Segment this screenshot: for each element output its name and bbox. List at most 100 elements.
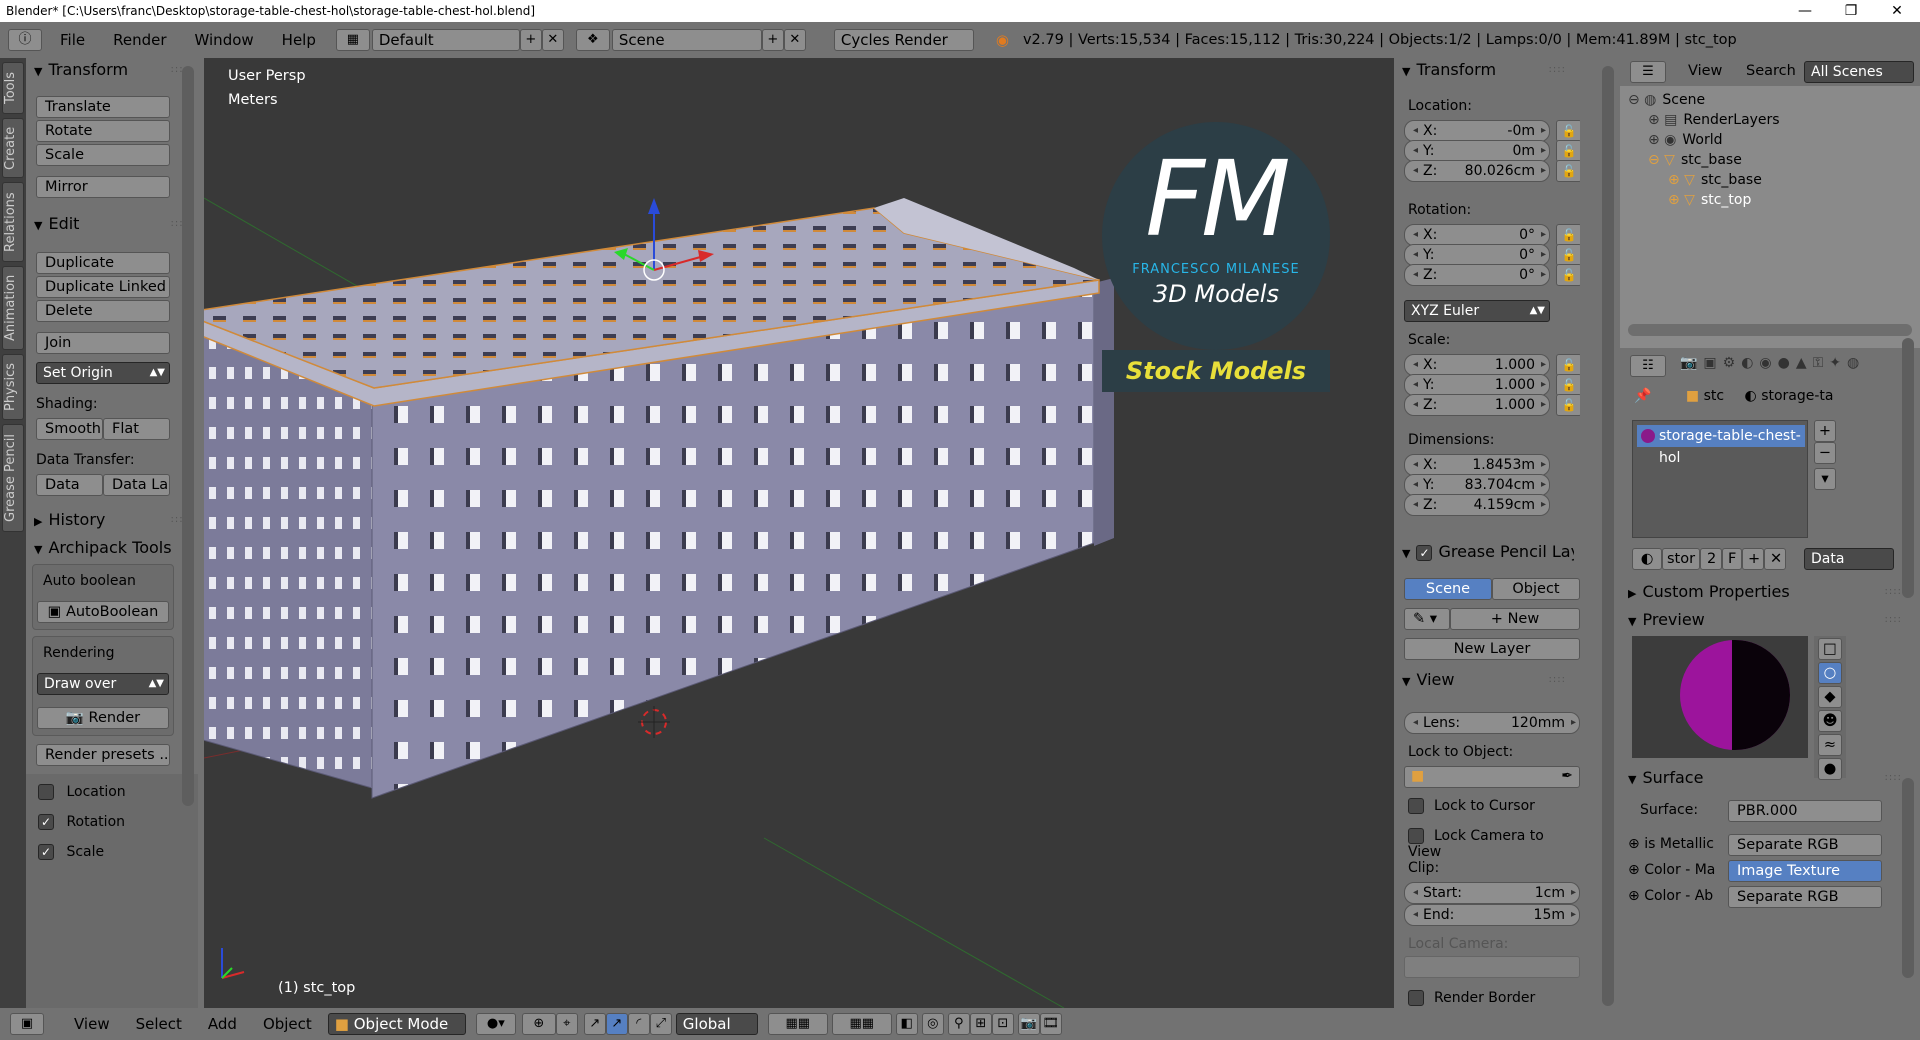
gp-pencil-icon[interactable]: ✎ ▾: [1404, 608, 1450, 630]
tab-grease-pencil[interactable]: Grease Pencil: [2, 424, 24, 532]
render-button[interactable]: 📷 Render: [37, 707, 169, 729]
properties-editor-icon[interactable]: ☷: [1630, 355, 1666, 377]
orientation-dropdown[interactable]: Global: [675, 1013, 758, 1035]
location-x-lock-icon[interactable]: 🔓: [1556, 120, 1582, 142]
info-editor-icon[interactable]: ⓘ: [8, 29, 42, 51]
surface-input-link[interactable]: Separate RGB: [1728, 886, 1882, 908]
rotate-button[interactable]: Rotate: [36, 120, 170, 142]
smooth-button[interactable]: Smooth: [36, 418, 103, 440]
add-slot-button[interactable]: +: [1814, 420, 1836, 442]
scale-manipulator-icon[interactable]: ⤢: [649, 1013, 672, 1035]
fake-user-button[interactable]: F: [1722, 548, 1742, 570]
preview-flat-icon[interactable]: □: [1818, 638, 1842, 660]
close-button[interactable]: ✕: [1874, 0, 1920, 22]
add-scene-icon[interactable]: +: [761, 29, 784, 51]
object-menu[interactable]: Object: [263, 1015, 312, 1033]
properties-context-icons[interactable]: 📷▣⚙◐◉●▲⚿✦◍: [1680, 355, 1865, 371]
preview-header[interactable]: ▼ Preview::::: [1620, 608, 1910, 632]
lock-camera-checkbox[interactable]: Lock Camera to View: [1408, 828, 1580, 860]
snap-target-icon[interactable]: ⊡: [991, 1013, 1014, 1035]
draw-over-dropdown[interactable]: Draw over ▲▼: [37, 673, 169, 695]
lock-layers-icon[interactable]: ◧: [895, 1013, 918, 1035]
slot-specials-button[interactable]: ▾: [1814, 468, 1836, 490]
outliner-editor-icon[interactable]: ☰: [1630, 61, 1666, 83]
dimension-y-field[interactable]: ◂ Y: 83.704cm ▸: [1404, 474, 1550, 496]
viewport-shading-icon[interactable]: ●▾: [475, 1013, 516, 1035]
outliner-item[interactable]: ⊕ ▤ RenderLayers: [1648, 112, 1780, 128]
duplicate-button[interactable]: Duplicate: [36, 252, 170, 274]
rotation-x-field[interactable]: ◂ X: 0° ▸: [1404, 224, 1550, 246]
tab-animation[interactable]: Animation: [2, 266, 24, 350]
surface-shader-field[interactable]: PBR.000: [1728, 800, 1882, 822]
archipack-panel-header[interactable]: ▼ Archipack Tools: [26, 536, 196, 560]
proportional-edit-icon[interactable]: ◎: [921, 1013, 944, 1035]
tab-tools[interactable]: Tools: [2, 62, 24, 114]
scale-z-lock-icon[interactable]: 🔓: [1556, 394, 1582, 416]
rotation-y-lock-icon[interactable]: 🔓: [1556, 244, 1582, 266]
unlink-material-icon[interactable]: ✕: [1764, 548, 1786, 570]
pivot-center-icon[interactable]: ⌖: [555, 1013, 578, 1035]
n-view-header[interactable]: ▼ View::::: [1394, 668, 1574, 692]
outliner-item[interactable]: ⊖ ◍ Scene: [1628, 92, 1705, 108]
preview-hair-icon[interactable]: ≈: [1818, 734, 1842, 756]
layout-selector[interactable]: Default: [371, 29, 520, 51]
menu-file[interactable]: File: [60, 31, 85, 49]
lens-field[interactable]: ◂ Lens: 120mm ▸: [1404, 712, 1580, 734]
browse-material-icon[interactable]: ◐: [1632, 548, 1662, 570]
material-users-count[interactable]: 2: [1700, 548, 1722, 570]
manipulator-toggle-icon[interactable]: ↗: [583, 1013, 606, 1035]
rotation-mode-dropdown[interactable]: XYZ Euler ▲▼: [1404, 300, 1550, 322]
translate-manipulator-icon[interactable]: ↗: [605, 1013, 628, 1035]
layers-grid-2[interactable]: ▦▦: [831, 1013, 892, 1035]
add-layout-icon[interactable]: +: [519, 29, 542, 51]
preview-cube-icon[interactable]: ◆: [1818, 686, 1842, 708]
menu-window[interactable]: Window: [195, 31, 254, 49]
auto-boolean-button[interactable]: ▣ AutoBoolean: [37, 601, 169, 623]
gp-new-button[interactable]: + New: [1450, 608, 1580, 630]
menu-help[interactable]: Help: [282, 31, 316, 49]
view-menu[interactable]: View: [74, 1015, 110, 1033]
add-menu[interactable]: Add: [208, 1015, 237, 1033]
expand-icon[interactable]: ⊕: [1628, 888, 1644, 904]
scene-selector[interactable]: Scene: [611, 29, 762, 51]
eyedropper-icon[interactable]: ✒: [1561, 768, 1573, 784]
duplicate-linked-button[interactable]: Duplicate Linked: [36, 276, 170, 298]
scale-x-lock-icon[interactable]: 🔓: [1556, 354, 1582, 376]
history-panel-header[interactable]: ▶ History::::: [26, 508, 196, 532]
scale-y-field[interactable]: ◂ Y: 1.000 ▸: [1404, 374, 1550, 396]
render-engine-dropdown[interactable]: Cycles Render: [833, 29, 974, 51]
outliner-item[interactable]: ⊕ ◉ World: [1648, 132, 1723, 148]
material-link-dropdown[interactable]: Data: [1804, 548, 1894, 570]
edit-panel-header[interactable]: ▼ Edit::::: [26, 212, 196, 236]
outliner-item[interactable]: ⊕ ▽ stc_top: [1668, 192, 1751, 208]
mirror-button[interactable]: Mirror: [36, 176, 170, 198]
location-z-field[interactable]: ◂ Z: 80.026cm ▸: [1404, 160, 1550, 182]
rotation-checkbox[interactable]: ✓ Rotation: [38, 814, 125, 830]
gp-object-button[interactable]: Object: [1492, 578, 1580, 600]
delete-button[interactable]: Delete: [36, 300, 170, 322]
properties-scrollbar-top[interactable]: [1902, 338, 1914, 598]
rotation-z-field[interactable]: ◂ Z: 0° ▸: [1404, 264, 1550, 286]
maximize-button[interactable]: ❐: [1828, 0, 1874, 22]
tab-create[interactable]: Create: [2, 118, 24, 178]
join-button[interactable]: Join: [36, 332, 170, 354]
snap-element-icon[interactable]: ⊞: [969, 1013, 992, 1035]
material-name-field[interactable]: stor: [1662, 548, 1700, 570]
surface-header[interactable]: ▼ Surface::::: [1620, 766, 1910, 790]
rotate-manipulator-icon[interactable]: ◜: [627, 1013, 650, 1035]
material-slots-list[interactable]: storage-table-chest-hol: [1632, 420, 1808, 538]
mode-dropdown[interactable]: ■ Object Mode: [327, 1013, 466, 1035]
pin-icon[interactable]: 📌: [1634, 388, 1651, 404]
surface-input-link[interactable]: Separate RGB: [1728, 834, 1882, 856]
location-checkbox[interactable]: Location: [38, 784, 126, 800]
set-origin-dropdown[interactable]: Set Origin ▲▼: [36, 362, 170, 384]
preview-monkey-icon[interactable]: ☻: [1818, 710, 1842, 732]
outliner-search-menu[interactable]: Search: [1746, 63, 1796, 79]
expand-icon[interactable]: ⊕: [1628, 836, 1644, 852]
render-border-checkbox[interactable]: Render Border: [1408, 990, 1535, 1006]
menu-render[interactable]: Render: [113, 31, 166, 49]
dimension-z-field[interactable]: ◂ Z: 4.159cm ▸: [1404, 494, 1550, 516]
flat-button[interactable]: Flat: [103, 418, 170, 440]
minimize-button[interactable]: —: [1782, 0, 1828, 22]
tab-relations[interactable]: Relations: [2, 182, 24, 262]
